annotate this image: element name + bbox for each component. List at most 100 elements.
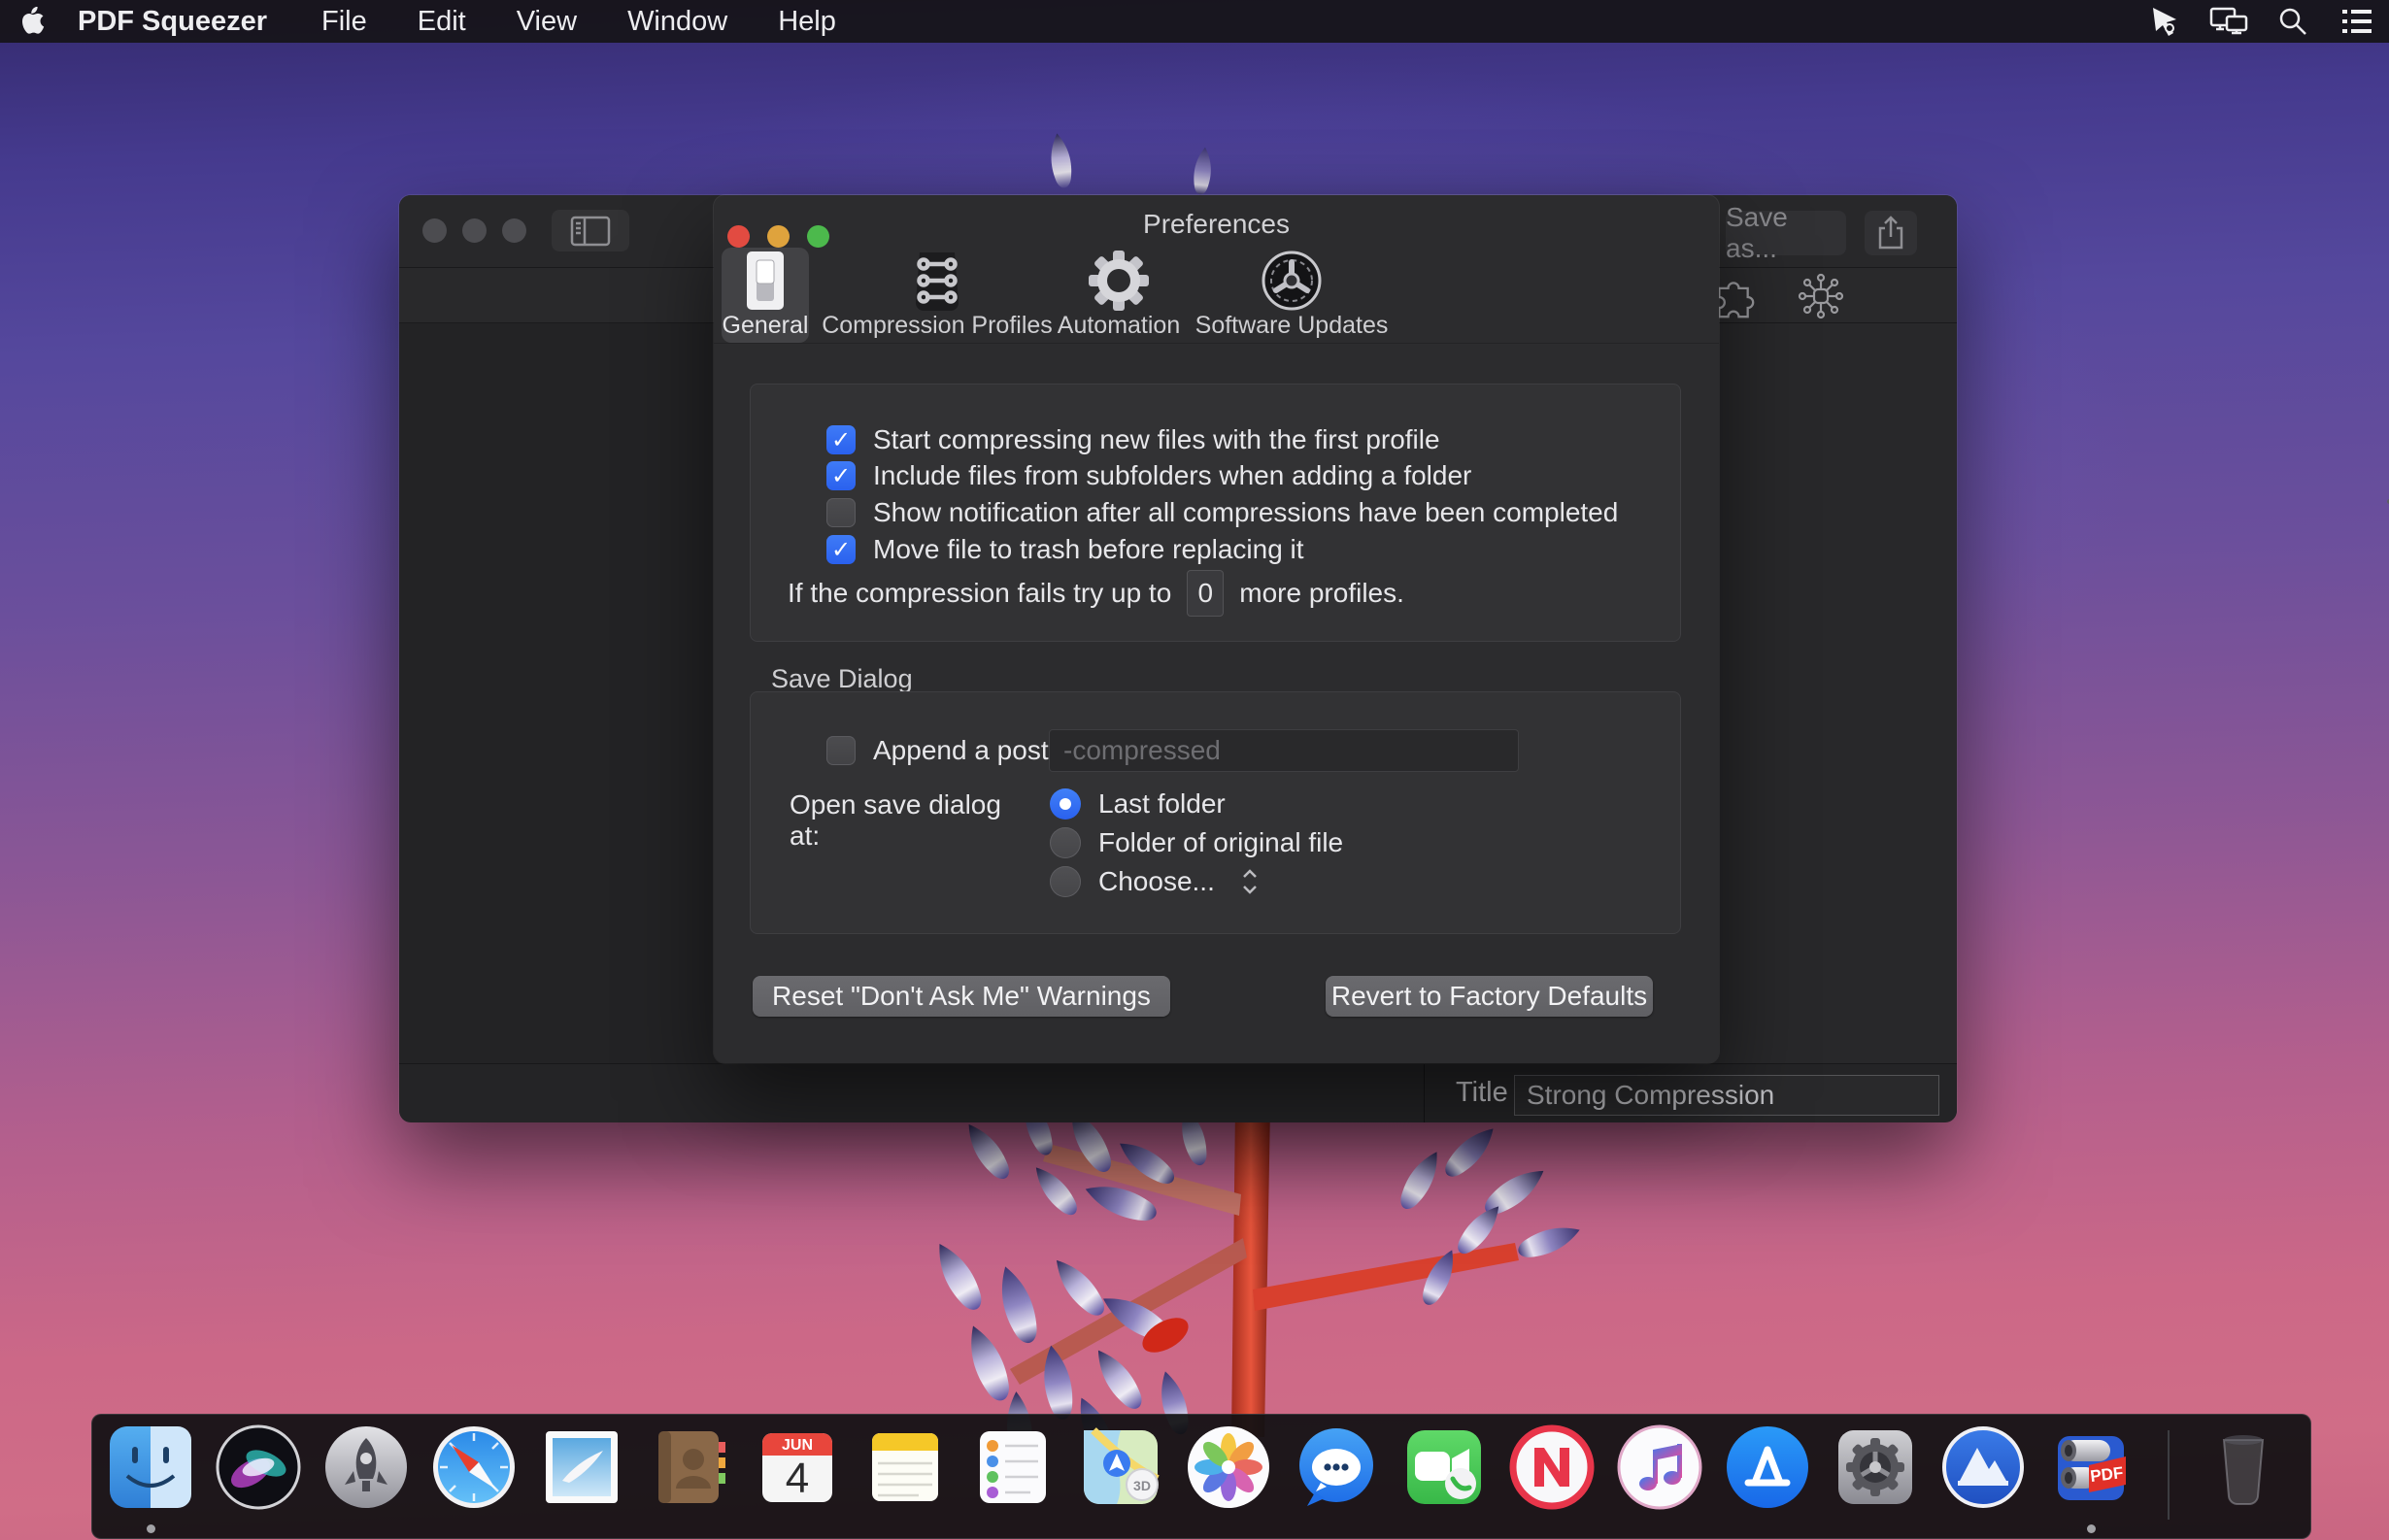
software-update-icon <box>1262 250 1322 312</box>
checkbox-label: Move file to trash before replacing it <box>873 534 1304 565</box>
tab-compression-profiles[interactable]: Compression Profiles <box>817 248 1058 343</box>
radio-row[interactable]: Folder of original file <box>1050 827 1343 858</box>
dock-item-pdf-squeezer[interactable]: PDF <box>2046 1423 2136 1512</box>
dock-item-photos[interactable] <box>1184 1423 1273 1512</box>
dock-separator <box>2168 1430 2170 1520</box>
checkbox[interactable] <box>826 736 856 765</box>
radio-row[interactable]: Choose... <box>1050 866 1260 897</box>
checkbox-row[interactable]: Show notification after all compressions… <box>826 497 1618 528</box>
menu-window[interactable]: Window <box>602 6 753 38</box>
profile-title-field[interactable]: Strong Compression <box>1514 1075 1939 1116</box>
checkbox-row[interactable]: Move file to trash before replacing it <box>826 534 1304 565</box>
running-indicator-finder <box>147 1524 155 1533</box>
title-label: Title <box>1456 1077 1508 1109</box>
tab-general[interactable]: General <box>722 248 809 343</box>
dock-item-facetime[interactable] <box>1399 1423 1489 1512</box>
menu-bar: PDF Squeezer File Edit View Window Help <box>0 0 2389 43</box>
dock: JUN4 3D <box>91 1414 2311 1539</box>
retry-suffix: more profiles. <box>1239 578 1404 609</box>
cursor-icon[interactable] <box>2142 0 2187 43</box>
checkbox[interactable] <box>826 425 856 454</box>
menu-edit[interactable]: Edit <box>392 6 491 38</box>
checkbox[interactable] <box>826 461 856 490</box>
menu-view[interactable]: View <box>491 6 602 38</box>
dock-item-reminders[interactable] <box>968 1423 1058 1512</box>
displays-icon[interactable] <box>2206 0 2251 43</box>
dock-item-launchpad[interactable] <box>321 1423 411 1512</box>
dock-item-app-store[interactable] <box>1723 1423 1812 1512</box>
checkbox[interactable] <box>826 498 856 527</box>
retry-prefix: If the compression fails try up to <box>788 578 1171 609</box>
radio-row[interactable]: Last folder <box>1050 788 1226 820</box>
dock-item-news[interactable] <box>1507 1423 1597 1512</box>
dock-item-safari[interactable] <box>429 1423 519 1512</box>
tab-label: Compression Profiles <box>822 312 1053 340</box>
desktop: PDF Squeezer File Edit View Window Help … <box>0 0 2389 1540</box>
radio-button[interactable] <box>1050 827 1081 858</box>
share-button[interactable] <box>1865 211 1917 255</box>
share-icon <box>1876 216 1905 251</box>
dock-item-finder[interactable] <box>106 1423 195 1512</box>
tab-label: General <box>723 312 809 340</box>
dock-item-app-cleaner[interactable] <box>1938 1423 2028 1512</box>
window-title: Preferences <box>714 209 1719 240</box>
apple-menu[interactable] <box>10 0 54 43</box>
radio-label: Last folder <box>1098 788 1226 820</box>
dock-item-contacts[interactable] <box>645 1423 734 1512</box>
tab-automation[interactable]: Automation <box>1065 248 1172 343</box>
radio-button[interactable] <box>1050 788 1081 820</box>
dock-item-maps[interactable]: 3D <box>1076 1423 1165 1512</box>
checkbox[interactable] <box>826 535 856 564</box>
dock-item-calendar[interactable]: JUN4 <box>753 1423 842 1512</box>
open-at-label: Open save dialog at: <box>790 789 1028 852</box>
menu-file[interactable]: File <box>296 6 392 38</box>
save-dialog-section-label: Save Dialog <box>771 664 913 694</box>
dock-item-mail[interactable] <box>537 1423 626 1512</box>
preferences-window: Preferences General Compression Profiles… <box>714 195 1719 1063</box>
spotlight-search-icon[interactable] <box>2271 0 2315 43</box>
revert-defaults-button[interactable]: Revert to Factory Defaults <box>1326 976 1653 1017</box>
menu-help[interactable]: Help <box>753 6 861 38</box>
tab-label: Automation <box>1058 312 1180 340</box>
profile-footer-bar: Title Strong Compression <box>399 1063 1957 1122</box>
footer-divider <box>1424 1064 1425 1122</box>
sidebar-toggle-icon <box>569 215 612 248</box>
running-indicator-pdf-squeezer <box>2087 1524 2096 1533</box>
light-switch-icon <box>743 250 788 312</box>
dock-item-itunes[interactable] <box>1615 1423 1704 1512</box>
retry-row: If the compression fails try up to 0 mor… <box>788 570 1404 617</box>
postfix-row[interactable]: Append a postfix: <box>826 735 1083 766</box>
radio-button[interactable] <box>1050 866 1081 897</box>
tab-label: Software Updates <box>1195 312 1389 340</box>
calendar-month: JUN <box>782 1437 813 1454</box>
retry-count-field[interactable]: 0 <box>1187 570 1224 617</box>
preferences-titlebar[interactable]: Preferences <box>714 195 1719 250</box>
dock-item-notes[interactable] <box>860 1423 950 1512</box>
svg-text:3D: 3D <box>1133 1478 1151 1493</box>
checkbox-row[interactable]: Include files from subfolders when addin… <box>826 460 1471 491</box>
gear-icon <box>1089 250 1149 312</box>
dock-item-trash[interactable] <box>2199 1423 2288 1512</box>
menu-app-name[interactable]: PDF Squeezer <box>64 6 296 38</box>
tab-software-updates[interactable]: Software Updates <box>1180 248 1403 343</box>
stepper-chevrons-icon <box>1240 867 1260 896</box>
radio-label: Choose... <box>1098 866 1215 897</box>
sidebar-toggle-button[interactable] <box>552 210 629 251</box>
hub-icon[interactable] <box>1798 273 1844 319</box>
dock-item-siri[interactable] <box>214 1423 303 1512</box>
checkbox-label: Include files from subfolders when addin… <box>873 460 1471 491</box>
toolbar-separator <box>714 343 1719 344</box>
postfix-input[interactable]: -compressed <box>1049 729 1519 772</box>
reset-warnings-button[interactable]: Reset "Don't Ask Me" Warnings <box>753 976 1170 1017</box>
zoom-button-inactive[interactable] <box>502 218 526 243</box>
checkbox-label: Show notification after all compressions… <box>873 497 1618 528</box>
notification-center-icon[interactable] <box>2335 0 2379 43</box>
close-button-inactive[interactable] <box>422 218 447 243</box>
dock-item-system-preferences[interactable] <box>1831 1423 1920 1512</box>
dock-item-messages[interactable] <box>1292 1423 1381 1512</box>
calendar-day: 4 <box>786 1455 809 1502</box>
save-as-button[interactable]: Save as... <box>1726 211 1846 255</box>
checkbox-row[interactable]: Start compressing new files with the fir… <box>826 424 1440 455</box>
minimize-button-inactive[interactable] <box>462 218 487 243</box>
wrenches-icon <box>908 250 966 312</box>
